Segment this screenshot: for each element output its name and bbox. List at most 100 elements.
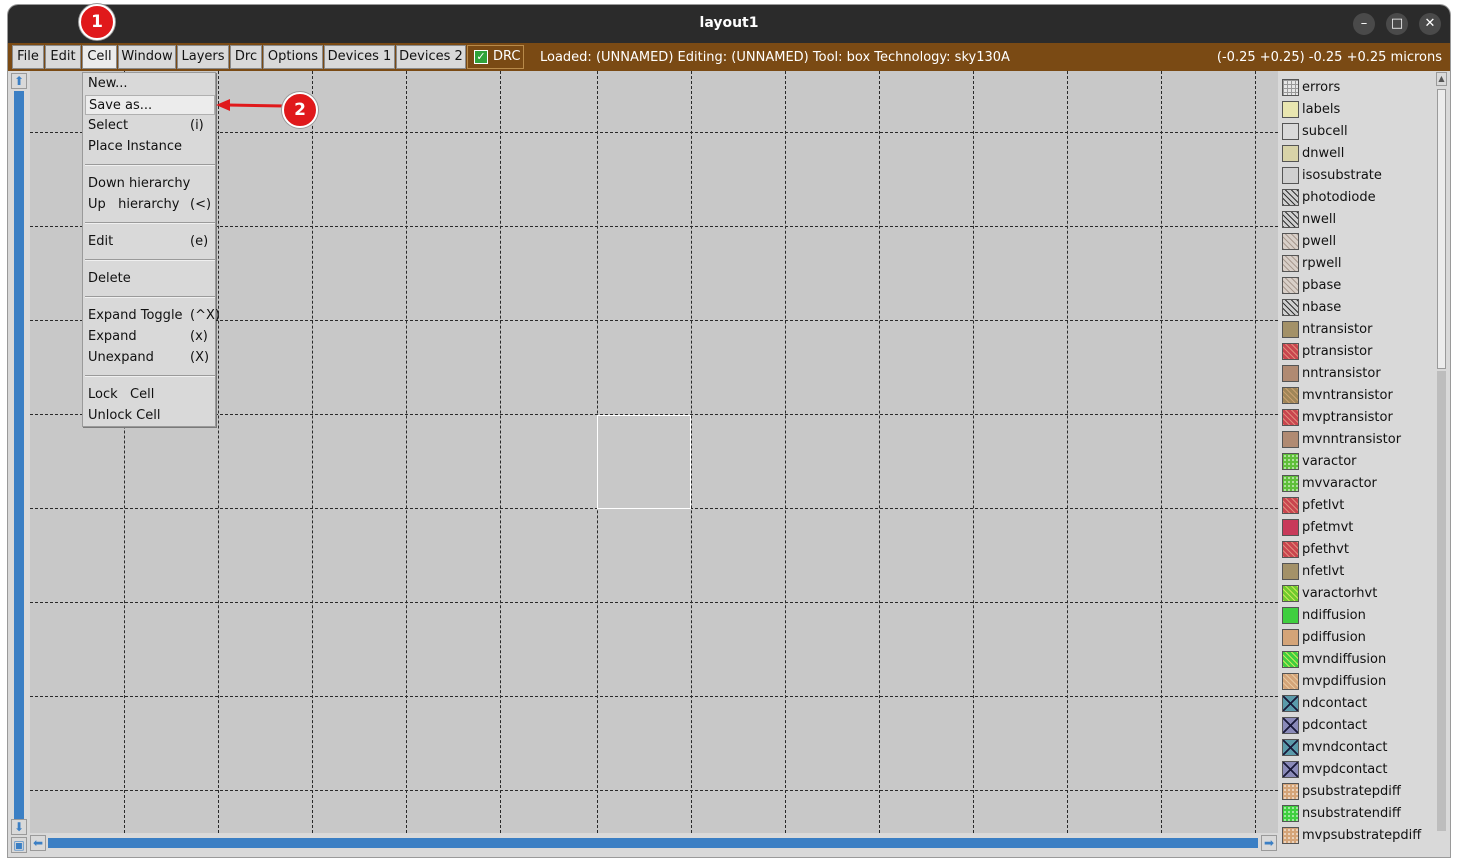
layer-item-varactor[interactable]: varactor (1280, 451, 1436, 473)
menu-devices-1[interactable]: Devices 1 (324, 45, 395, 69)
menu-item-save-as[interactable]: Save as... (85, 95, 215, 115)
menu-item-up-hierarchy[interactable]: Up hierarchy (<) (85, 195, 215, 215)
layer-item-mvnntransistor[interactable]: mvnntransistor (1280, 429, 1436, 451)
layer-name: mvntransistor (1302, 388, 1393, 403)
layer-item-mvvaractor[interactable]: mvvaractor (1280, 473, 1436, 495)
layer-item-mvptransistor[interactable]: mvptransistor (1280, 407, 1436, 429)
layer-item-ntransistor[interactable]: ntransistor (1280, 319, 1436, 341)
layer-item-nntransistor[interactable]: nntransistor (1280, 363, 1436, 385)
layer-item-psubstratepdiff[interactable]: psubstratepdiff (1280, 781, 1436, 803)
palette-scroll-thumb[interactable] (1437, 89, 1446, 369)
menu-options[interactable]: Options (263, 45, 323, 69)
menu-item-unexpand[interactable]: Unexpand (X) (85, 348, 215, 368)
menu-item-down-hierarchy[interactable]: Down hierarchy (85, 174, 215, 194)
close-button[interactable]: ✕ (1419, 13, 1441, 35)
layer-item-mvntransistor[interactable]: mvntransistor (1280, 385, 1436, 407)
scroll-up-arrow-icon[interactable]: ⬆ (11, 73, 27, 89)
selection-box[interactable] (597, 415, 691, 509)
layer-item-nsubstratendiff[interactable]: nsubstratendiff (1280, 803, 1436, 825)
layer-item-mvndiffusion[interactable]: mvndiffusion (1280, 649, 1436, 671)
layer-swatch-icon (1282, 255, 1299, 272)
layer-item-pfetlvt[interactable]: pfetlvt (1280, 495, 1436, 517)
layer-item-mvpdiffusion[interactable]: mvpdiffusion (1280, 671, 1436, 693)
menu-item-expand-toggle[interactable]: Expand Toggle (^X) (85, 306, 220, 326)
layer-item-photodiode[interactable]: photodiode (1280, 187, 1436, 209)
scroll-down-arrow-icon[interactable]: ⬇ (11, 819, 27, 835)
layout-canvas[interactable] (30, 71, 1278, 833)
layer-name: labels (1302, 102, 1341, 117)
layer-item-mvndcontact[interactable]: mvndcontact (1280, 737, 1436, 759)
zoom-box-icon[interactable]: ▣ (11, 837, 27, 853)
menu-item-expand[interactable]: Expand (x) (85, 327, 215, 347)
layer-swatch-icon (1282, 563, 1299, 580)
menu-drc[interactable]: Drc (230, 45, 262, 69)
layer-swatch-icon (1282, 585, 1299, 602)
layer-item-ptransistor[interactable]: ptransistor (1280, 341, 1436, 363)
scroll-left-arrow-icon[interactable]: ⬅ (30, 835, 46, 851)
layer-swatch-icon (1282, 123, 1299, 140)
menu-edit[interactable]: Edit (45, 45, 81, 69)
menu-item-unlock-cell[interactable]: Unlock Cell (85, 406, 215, 426)
menu-separator (85, 222, 215, 224)
layer-swatch-icon (1282, 145, 1299, 162)
minimize-button[interactable]: – (1353, 13, 1375, 35)
vertical-scrollbar[interactable]: ⬆ ⬇ ▣ (10, 71, 28, 854)
layer-item-nbase[interactable]: nbase (1280, 297, 1436, 319)
layer-name: nfetlvt (1302, 564, 1345, 579)
menu-devices-2[interactable]: Devices 2 (396, 45, 466, 69)
menu-item-select[interactable]: Select (i) (85, 116, 215, 136)
layer-item-mvpsubstratepdiff[interactable]: mvpsubstratepdiff (1280, 825, 1436, 847)
layer-item-dnwell[interactable]: dnwell (1280, 143, 1436, 165)
layer-name: photodiode (1302, 190, 1376, 205)
layer-name: mvptransistor (1302, 410, 1393, 425)
menu-item-place-instance[interactable]: Place Instance (85, 137, 215, 157)
menu-separator (85, 164, 215, 166)
checkbox-checked-icon[interactable]: ✓ (474, 50, 488, 64)
menu-layers[interactable]: Layers (177, 45, 229, 69)
menu-item-delete[interactable]: Delete (85, 269, 215, 289)
vertical-scroll-track[interactable] (14, 91, 24, 819)
layer-item-ndiffusion[interactable]: ndiffusion (1280, 605, 1436, 627)
layer-item-rpwell[interactable]: rpwell (1280, 253, 1436, 275)
maximize-button[interactable]: □ (1386, 13, 1408, 35)
menu-item-lock-cell[interactable]: Lock Cell (85, 385, 215, 405)
scroll-right-arrow-icon[interactable]: ➡ (1261, 835, 1277, 851)
layer-item-isosubstrate[interactable]: isosubstrate (1280, 165, 1436, 187)
status-text: Loaded: (UNNAMED) Editing: (UNNAMED) Too… (540, 50, 1010, 65)
layer-item-nwell[interactable]: nwell (1280, 209, 1436, 231)
layer-item-pdcontact[interactable]: pdcontact (1280, 715, 1436, 737)
layer-item-subcell[interactable]: subcell (1280, 121, 1436, 143)
layer-swatch-icon (1282, 541, 1299, 558)
layer-swatch-icon (1282, 695, 1299, 712)
layer-name: mvpdcontact (1302, 762, 1388, 777)
layer-swatch-icon (1282, 277, 1299, 294)
horizontal-scrollbar[interactable]: ⬅ ➡ (28, 834, 1279, 852)
layer-item-labels[interactable]: labels (1280, 99, 1436, 121)
layer-item-pfetmvt[interactable]: pfetmvt (1280, 517, 1436, 539)
layer-item-pbase[interactable]: pbase (1280, 275, 1436, 297)
layer-name: pfethvt (1302, 542, 1349, 557)
layer-item-pdiffusion[interactable]: pdiffusion (1280, 627, 1436, 649)
layer-item-pwell[interactable]: pwell (1280, 231, 1436, 253)
layer-name: errors (1302, 80, 1341, 95)
menu-item-new[interactable]: New... (85, 74, 215, 94)
horizontal-scroll-track[interactable] (48, 838, 1258, 848)
layer-item-mvpdcontact[interactable]: mvpdcontact (1280, 759, 1436, 781)
menu-window[interactable]: Window (118, 45, 176, 69)
layer-palette-scrollbar[interactable]: ▲ (1436, 71, 1448, 854)
layer-swatch-icon (1282, 365, 1299, 382)
menu-separator (85, 259, 215, 261)
menu-item-edit[interactable]: Edit (e) (85, 232, 215, 252)
drc-toggle[interactable]: ✓ DRC (467, 45, 524, 69)
layer-item-ndcontact[interactable]: ndcontact (1280, 693, 1436, 715)
layer-item-pfethvt[interactable]: pfethvt (1280, 539, 1436, 561)
menu-cell[interactable]: Cell (82, 45, 117, 69)
palette-scroll-up-icon[interactable]: ▲ (1436, 72, 1447, 86)
menu-file[interactable]: File (12, 45, 44, 69)
palette-scroll-track[interactable] (1437, 371, 1446, 831)
layer-item-varactorhvt[interactable]: varactorhvt (1280, 583, 1436, 605)
layer-name: pfetlvt (1302, 498, 1345, 513)
layer-swatch-icon (1282, 783, 1299, 800)
layer-item-errors[interactable]: errors (1280, 77, 1436, 99)
layer-item-nfetlvt[interactable]: nfetlvt (1280, 561, 1436, 583)
